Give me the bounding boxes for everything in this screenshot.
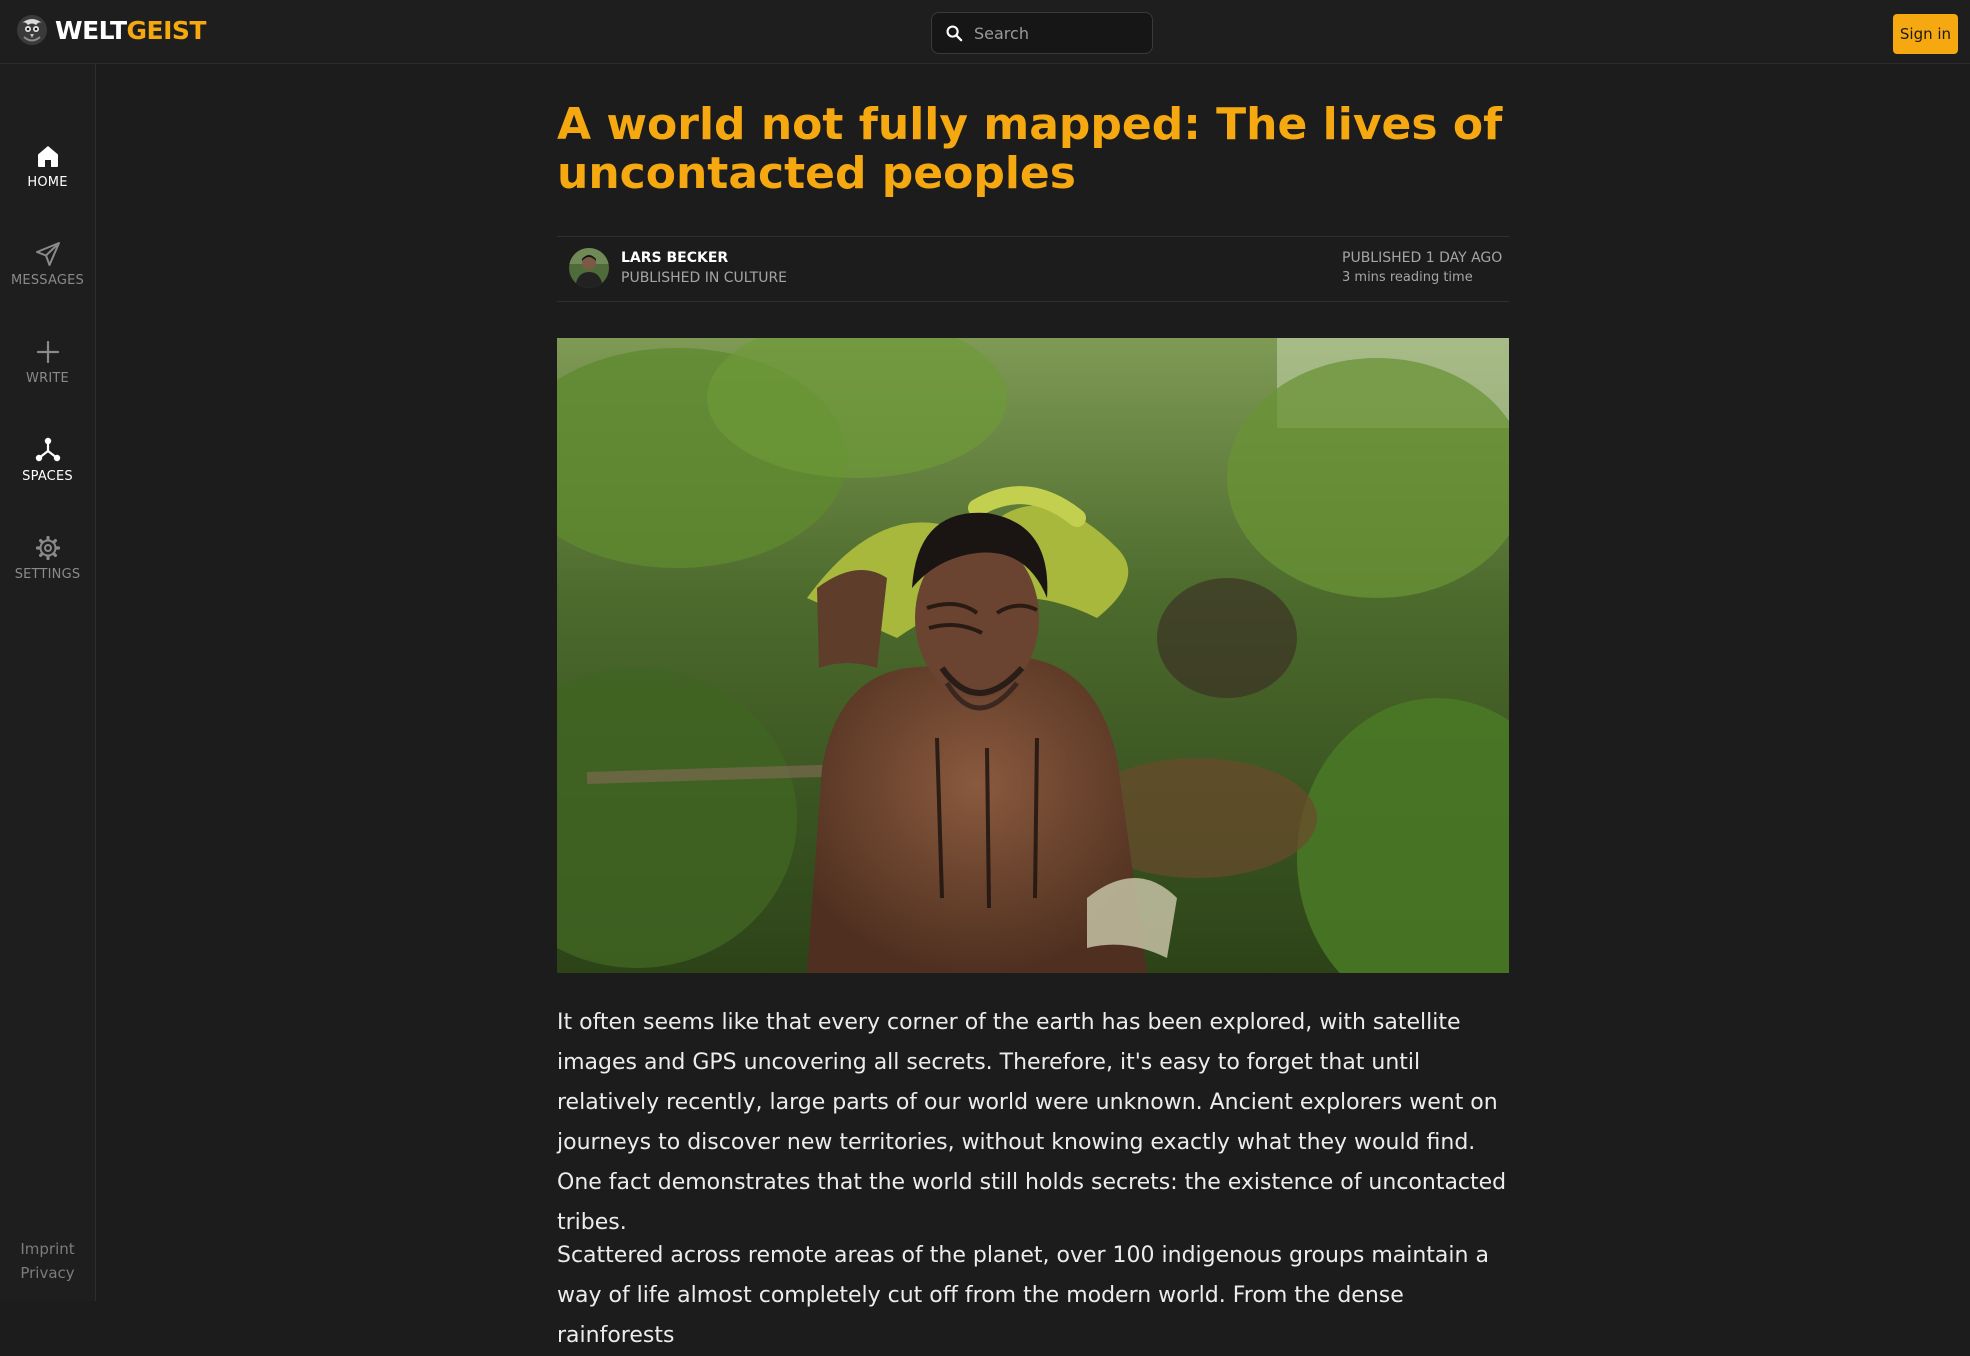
- imprint-link[interactable]: Imprint: [0, 1240, 95, 1258]
- nav-item-spaces[interactable]: SPACES: [0, 436, 95, 506]
- article-paragraph: It often seems like that every corner of…: [557, 1010, 1507, 1235]
- gear-icon: [35, 535, 60, 561]
- sign-in-button[interactable]: Sign in: [1893, 14, 1958, 54]
- nav-label-settings: SETTINGS: [14, 567, 81, 582]
- article-paragraph: Scattered across remote areas of the pla…: [557, 1243, 1489, 1348]
- search-box[interactable]: [931, 12, 1153, 54]
- brand-part-2: GEIST: [126, 15, 207, 45]
- nav-item-messages[interactable]: MESSAGES: [0, 240, 95, 310]
- published-in: PUBLISHED IN CULTURE: [621, 270, 788, 286]
- privacy-link[interactable]: Privacy: [0, 1264, 95, 1282]
- top-bar: WELTGEIST Sign in: [0, 0, 1970, 64]
- author-name[interactable]: LARS BECKER: [621, 250, 728, 266]
- article-title: A world not fully mapped: The lives of u…: [557, 99, 1503, 199]
- logo-icon: [17, 15, 47, 45]
- paper-plane-icon: [35, 242, 60, 266]
- search-icon: [946, 25, 963, 41]
- nav-label-write: WRITE: [26, 371, 69, 386]
- nav-label-spaces: SPACES: [22, 469, 73, 484]
- search-input[interactable]: [972, 22, 1136, 44]
- brand-part-1: WELT: [55, 15, 127, 45]
- side-nav: HOME MESSAGES WRITE SPACES SETTINGS Impr…: [0, 64, 96, 1301]
- nav-label-messages: MESSAGES: [11, 273, 84, 288]
- nav-label-home: HOME: [27, 175, 68, 190]
- network-icon: [35, 437, 60, 462]
- article-meta: LARS BECKER PUBLISHED IN CULTURE PUBLISH…: [557, 236, 1509, 302]
- published-date: PUBLISHED 1 DAY AGO: [1342, 250, 1503, 266]
- nav-item-home[interactable]: HOME: [0, 142, 95, 212]
- avatar-image: [569, 248, 609, 288]
- hero-image: [557, 338, 1509, 973]
- plus-icon: [36, 340, 59, 364]
- logo-link[interactable]: WELTGEIST: [15, 13, 206, 47]
- nav-item-settings[interactable]: SETTINGS: [0, 534, 95, 604]
- author-avatar[interactable]: [569, 248, 609, 288]
- brand-name: WELTGEIST: [55, 16, 206, 45]
- reading-time: 3 mins reading time: [1342, 270, 1473, 285]
- nav-item-write[interactable]: WRITE: [0, 338, 95, 408]
- home-icon: [37, 146, 58, 167]
